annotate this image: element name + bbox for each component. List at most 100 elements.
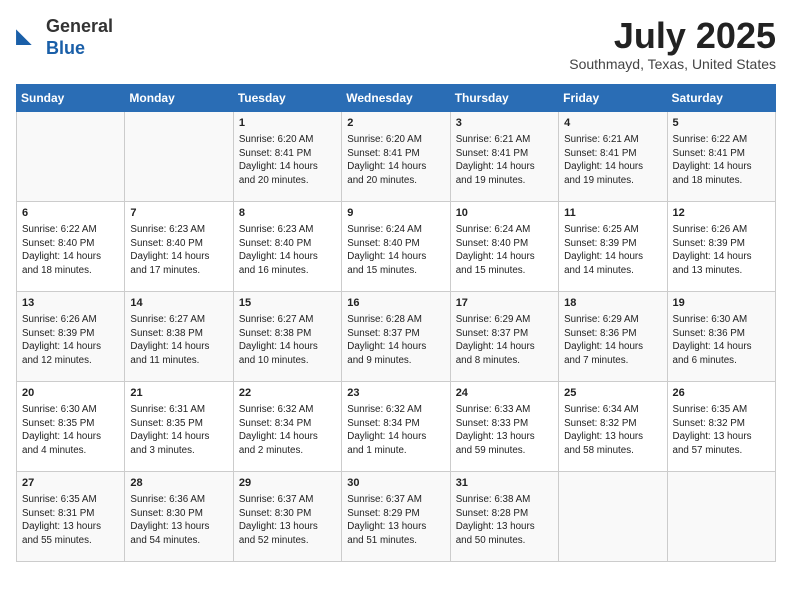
calendar-cell: 2 Sunrise: 6:20 AM Sunset: 8:41 PM Daylig… <box>342 111 450 201</box>
day-number: 13 <box>22 296 119 311</box>
calendar-cell: 1 Sunrise: 6:20 AM Sunset: 8:41 PM Daylig… <box>233 111 341 201</box>
day-number: 2 <box>347 116 444 131</box>
calendar-cell: 6Sunrise: 6:22 AM Sunset: 8:40 PM Daylig… <box>17 201 125 291</box>
calendar-cell: 25 Sunrise: 6:34 AM Sunset: 8:32 PM Dayli… <box>559 381 667 471</box>
calendar-week-row: 20 Sunrise: 6:30 AM Sunset: 8:35 PM Dayli… <box>17 381 776 471</box>
day-info: Sunrise: 6:26 AM Sunset: 8:39 PM Dayligh… <box>22 313 119 368</box>
calendar-week-row: 6Sunrise: 6:22 AM Sunset: 8:40 PM Daylig… <box>17 201 776 291</box>
day-number: 23 <box>347 386 444 401</box>
calendar-cell: 30 Sunrise: 6:37 AM Sunset: 8:29 PM Dayli… <box>342 471 450 561</box>
day-info: Sunrise: 6:33 AM Sunset: 8:33 PM Dayligh… <box>456 403 553 458</box>
day-number: 1 <box>239 116 336 131</box>
location: Southmayd, Texas, United States <box>569 56 776 72</box>
calendar-cell: 23 Sunrise: 6:32 AM Sunset: 8:34 PM Dayli… <box>342 381 450 471</box>
day-info: Sunrise: 6:31 AM Sunset: 8:35 PM Dayligh… <box>130 403 227 458</box>
day-info: Sunrise: 6:22 AM Sunset: 8:40 PM Dayligh… <box>22 223 119 278</box>
svg-text:◣: ◣ <box>16 24 33 47</box>
day-number: 29 <box>239 476 336 491</box>
calendar-cell: 5 Sunrise: 6:22 AM Sunset: 8:41 PM Daylig… <box>667 111 775 201</box>
calendar-cell: 7 Sunrise: 6:23 AM Sunset: 8:40 PM Daylig… <box>125 201 233 291</box>
day-info: Sunrise: 6:20 AM Sunset: 8:41 PM Dayligh… <box>347 133 444 188</box>
page-header: ◣ General Blue July 2025 Southmayd, Texa… <box>16 16 776 72</box>
calendar-cell: 13 Sunrise: 6:26 AM Sunset: 8:39 PM Dayli… <box>17 291 125 381</box>
day-number: 12 <box>673 206 770 221</box>
column-header-tuesday: Tuesday <box>233 84 341 111</box>
day-info: Sunrise: 6:35 AM Sunset: 8:31 PM Dayligh… <box>22 493 119 548</box>
day-number: 15 <box>239 296 336 311</box>
day-number: 8 <box>239 206 336 221</box>
day-info: Sunrise: 6:32 AM Sunset: 8:34 PM Dayligh… <box>347 403 444 458</box>
column-header-thursday: Thursday <box>450 84 558 111</box>
calendar-cell <box>17 111 125 201</box>
calendar-cell: 9 Sunrise: 6:24 AM Sunset: 8:40 PM Daylig… <box>342 201 450 291</box>
calendar-cell: 11 Sunrise: 6:25 AM Sunset: 8:39 PM Dayli… <box>559 201 667 291</box>
month-title: July 2025 <box>569 16 776 56</box>
calendar-cell: 31 Sunrise: 6:38 AM Sunset: 8:28 PM Dayli… <box>450 471 558 561</box>
day-number: 10 <box>456 206 553 221</box>
day-number: 7 <box>130 206 227 221</box>
calendar-header-row: SundayMondayTuesdayWednesdayThursdayFrid… <box>17 84 776 111</box>
day-info: Sunrise: 6:37 AM Sunset: 8:30 PM Dayligh… <box>239 493 336 548</box>
column-header-wednesday: Wednesday <box>342 84 450 111</box>
calendar-cell: 20 Sunrise: 6:30 AM Sunset: 8:35 PM Dayli… <box>17 381 125 471</box>
day-number: 5 <box>673 116 770 131</box>
day-number: 20 <box>22 386 119 401</box>
logo-icon: ◣ <box>16 24 44 52</box>
calendar-cell: 28 Sunrise: 6:36 AM Sunset: 8:30 PM Dayli… <box>125 471 233 561</box>
day-number: 30 <box>347 476 444 491</box>
day-info: Sunrise: 6:24 AM Sunset: 8:40 PM Dayligh… <box>347 223 444 278</box>
calendar-cell: 24 Sunrise: 6:33 AM Sunset: 8:33 PM Dayli… <box>450 381 558 471</box>
day-info: Sunrise: 6:25 AM Sunset: 8:39 PM Dayligh… <box>564 223 661 278</box>
column-header-friday: Friday <box>559 84 667 111</box>
day-number: 18 <box>564 296 661 311</box>
day-info: Sunrise: 6:32 AM Sunset: 8:34 PM Dayligh… <box>239 403 336 458</box>
day-number: 28 <box>130 476 227 491</box>
calendar-cell: 18 Sunrise: 6:29 AM Sunset: 8:36 PM Dayli… <box>559 291 667 381</box>
logo-blue: Blue <box>46 38 113 60</box>
day-info: Sunrise: 6:23 AM Sunset: 8:40 PM Dayligh… <box>130 223 227 278</box>
calendar-cell: 21Sunrise: 6:31 AM Sunset: 8:35 PM Dayli… <box>125 381 233 471</box>
day-number: 11 <box>564 206 661 221</box>
calendar-cell <box>667 471 775 561</box>
day-number: 24 <box>456 386 553 401</box>
day-info: Sunrise: 6:38 AM Sunset: 8:28 PM Dayligh… <box>456 493 553 548</box>
day-info: Sunrise: 6:36 AM Sunset: 8:30 PM Dayligh… <box>130 493 227 548</box>
calendar-cell <box>125 111 233 201</box>
calendar-week-row: 27 Sunrise: 6:35 AM Sunset: 8:31 PM Dayli… <box>17 471 776 561</box>
day-info: Sunrise: 6:27 AM Sunset: 8:38 PM Dayligh… <box>130 313 227 368</box>
column-header-saturday: Saturday <box>667 84 775 111</box>
day-info: Sunrise: 6:29 AM Sunset: 8:36 PM Dayligh… <box>564 313 661 368</box>
day-info: Sunrise: 6:28 AM Sunset: 8:37 PM Dayligh… <box>347 313 444 368</box>
column-header-monday: Monday <box>125 84 233 111</box>
day-info: Sunrise: 6:30 AM Sunset: 8:35 PM Dayligh… <box>22 403 119 458</box>
day-number: 27 <box>22 476 119 491</box>
calendar-cell: 27 Sunrise: 6:35 AM Sunset: 8:31 PM Dayli… <box>17 471 125 561</box>
calendar-cell: 19Sunrise: 6:30 AM Sunset: 8:36 PM Dayli… <box>667 291 775 381</box>
day-info: Sunrise: 6:37 AM Sunset: 8:29 PM Dayligh… <box>347 493 444 548</box>
day-info: Sunrise: 6:22 AM Sunset: 8:41 PM Dayligh… <box>673 133 770 188</box>
day-info: Sunrise: 6:21 AM Sunset: 8:41 PM Dayligh… <box>456 133 553 188</box>
day-info: Sunrise: 6:34 AM Sunset: 8:32 PM Dayligh… <box>564 403 661 458</box>
day-number: 31 <box>456 476 553 491</box>
calendar-cell: 16 Sunrise: 6:28 AM Sunset: 8:37 PM Dayli… <box>342 291 450 381</box>
day-info: Sunrise: 6:35 AM Sunset: 8:32 PM Dayligh… <box>673 403 770 458</box>
day-number: 19 <box>673 296 770 311</box>
day-info: Sunrise: 6:29 AM Sunset: 8:37 PM Dayligh… <box>456 313 553 368</box>
day-number: 25 <box>564 386 661 401</box>
day-info: Sunrise: 6:23 AM Sunset: 8:40 PM Dayligh… <box>239 223 336 278</box>
day-info: Sunrise: 6:27 AM Sunset: 8:38 PM Dayligh… <box>239 313 336 368</box>
logo: ◣ General Blue <box>16 16 113 59</box>
calendar-cell: 12Sunrise: 6:26 AM Sunset: 8:39 PM Dayli… <box>667 201 775 291</box>
calendar-cell: 4Sunrise: 6:21 AM Sunset: 8:41 PM Daylig… <box>559 111 667 201</box>
day-info: Sunrise: 6:20 AM Sunset: 8:41 PM Dayligh… <box>239 133 336 188</box>
calendar-cell: 3Sunrise: 6:21 AM Sunset: 8:41 PM Daylig… <box>450 111 558 201</box>
calendar-cell: 14Sunrise: 6:27 AM Sunset: 8:38 PM Dayli… <box>125 291 233 381</box>
column-header-sunday: Sunday <box>17 84 125 111</box>
day-number: 9 <box>347 206 444 221</box>
logo-general: General <box>46 16 113 38</box>
calendar-cell: 15 Sunrise: 6:27 AM Sunset: 8:38 PM Dayli… <box>233 291 341 381</box>
calendar-cell <box>559 471 667 561</box>
day-number: 22 <box>239 386 336 401</box>
title-block: July 2025 Southmayd, Texas, United State… <box>569 16 776 72</box>
day-number: 16 <box>347 296 444 311</box>
